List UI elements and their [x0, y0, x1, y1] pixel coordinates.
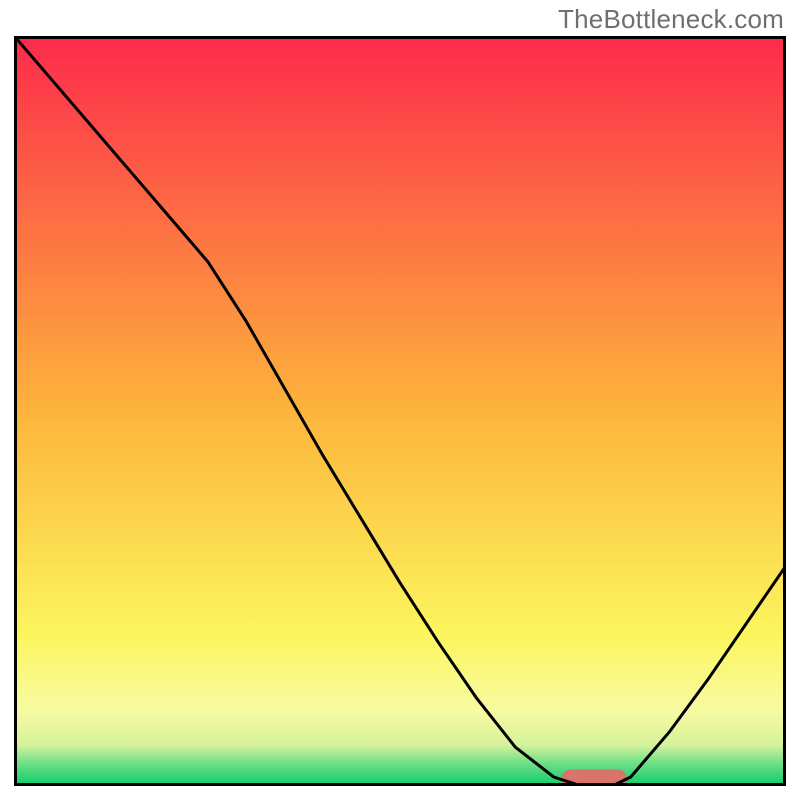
watermark-text: TheBottleneck.com — [558, 4, 784, 35]
gradient-background — [14, 36, 786, 786]
chart-svg — [14, 36, 786, 786]
chart-frame: TheBottleneck.com — [0, 0, 800, 800]
bottleneck-chart — [14, 36, 786, 786]
